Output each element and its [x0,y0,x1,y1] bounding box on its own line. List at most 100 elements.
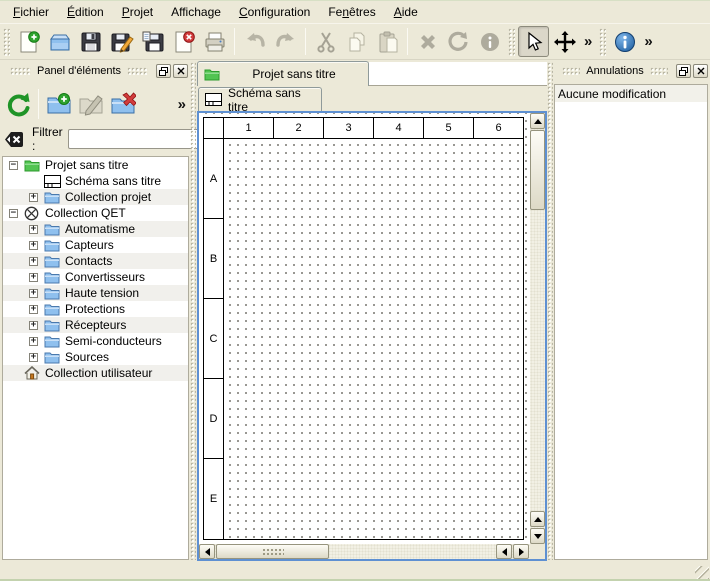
menu-configuration[interactable]: Configuration [230,2,319,23]
new-category-button[interactable] [43,88,75,120]
expand-icon[interactable] [29,305,38,314]
element-info-button[interactable] [474,26,505,57]
tree-item-collection-projet[interactable]: Collection projet [3,189,188,205]
tab-schema-sans-titre[interactable]: Schéma sans titre [198,87,322,111]
scroll-left-button[interactable] [199,544,215,559]
vertical-scroll-thumb[interactable] [530,130,545,210]
tree-item-automatisme[interactable]: Automatisme [3,221,188,237]
expand-icon[interactable] [29,193,38,202]
close-document-button[interactable] [168,26,199,57]
scroll-down-button[interactable] [530,528,545,544]
close-panel-button[interactable] [173,64,188,78]
schema-scene[interactable]: 1 2 3 4 5 6 A B C D E [199,113,530,544]
window-size-grip[interactable] [695,566,709,580]
horizontal-scroll-thumb[interactable] [216,544,329,559]
vertical-scrollbar[interactable] [530,113,545,544]
scroll-left-button-2[interactable] [496,544,512,559]
tab-label: Projet sans titre [220,67,368,81]
about-button[interactable] [609,26,640,57]
horizontal-scrollbar[interactable] [199,544,530,559]
right-splitter-handle[interactable] [547,62,553,560]
undo-panel-title: Annulations [586,65,644,77]
edit-category-button[interactable] [75,88,107,120]
copy-button[interactable] [341,26,372,57]
paste-button[interactable] [372,26,403,57]
tree-item-convertisseurs[interactable]: Convertisseurs [3,269,188,285]
open-document-button[interactable] [44,26,75,57]
expand-icon[interactable] [29,257,38,266]
clear-filter-button[interactable] [4,131,24,148]
tab-projet-sans-titre[interactable]: Projet sans titre [197,61,369,86]
expand-icon[interactable] [29,353,38,362]
scroll-right-button[interactable] [513,544,529,559]
toolbar-drag-handle[interactable] [508,28,515,56]
tree-item-recepteurs[interactable]: Récepteurs [3,317,188,333]
menu-aide[interactable]: Aide [385,2,427,23]
expand-icon[interactable] [29,273,38,282]
tree-item-capteurs[interactable]: Capteurs [3,237,188,253]
reload-icon [4,90,32,118]
move-tool-icon [553,30,577,54]
schema-icon [205,93,222,106]
move-tool-button[interactable] [549,26,580,57]
left-splitter-handle[interactable] [190,62,196,560]
toolbar-drag-handle[interactable] [599,28,606,56]
row-header: C [203,298,224,379]
cut-button[interactable] [310,26,341,57]
column-header: 4 [373,117,424,139]
select-tool-button[interactable] [518,26,549,57]
expand-icon[interactable] [29,337,38,346]
expand-icon[interactable] [29,289,38,298]
float-panel-button[interactable] [676,64,691,78]
redo-button[interactable] [270,26,301,57]
print-button[interactable] [199,26,230,57]
elements-panel-titlebar[interactable]: Panel d'éléments [4,62,188,80]
menu-fenetres[interactable]: Fenêtres [319,2,384,23]
tree-item-sources[interactable]: Sources [3,349,188,365]
expand-icon[interactable] [29,225,38,234]
delete-icon [416,30,440,54]
menu-edition[interactable]: Édition [58,2,113,23]
toolbar-separator [407,28,408,55]
undo-history-list[interactable]: Aucune modification [554,84,708,560]
tree-item-collection-utilisateur[interactable]: Collection utilisateur [3,365,188,381]
tree-item-protections[interactable]: Protections [3,301,188,317]
info-icon [478,30,502,54]
arrow-right-icon [519,548,524,556]
expand-icon[interactable] [29,321,38,330]
collapse-icon[interactable] [9,161,18,170]
save-button[interactable] [75,26,106,57]
save-as-button[interactable] [106,26,137,57]
menu-projet[interactable]: Projet [113,2,162,23]
tree-item-haute-tension[interactable]: Haute tension [3,285,188,301]
delete-button[interactable] [412,26,443,57]
tree-item-semi-conducteurs[interactable]: Semi-conducteurs [3,333,188,349]
tree-item-schema[interactable]: Schéma sans titre [3,173,188,189]
toolbar-separator [305,28,306,55]
delete-category-button[interactable] [107,88,139,120]
toolbar-extension-chevron[interactable]: » [580,33,596,50]
tree-item-collection-qet[interactable]: Collection QET [3,205,188,221]
undo-panel-titlebar[interactable]: Annulations [556,62,708,80]
collections-toolbar-chevron[interactable]: » [174,96,190,113]
delete-category-icon [110,91,136,117]
tree-item-contacts[interactable]: Contacts [3,253,188,269]
schema-view[interactable]: 1 2 3 4 5 6 A B C D E [197,111,547,561]
reload-collections-button[interactable] [2,88,34,120]
scroll-up-button[interactable] [530,113,545,129]
close-panel-button[interactable] [693,64,708,78]
rotate-button[interactable] [443,26,474,57]
float-panel-button[interactable] [156,64,171,78]
menu-affichage[interactable]: Affichage [162,2,230,23]
toolbar-extension-chevron[interactable]: » [640,33,656,50]
undo-button[interactable] [239,26,270,57]
undo-list-item[interactable]: Aucune modification [555,85,707,102]
expand-icon[interactable] [29,241,38,250]
menu-fichier[interactable]: Fichier [4,2,58,23]
tree-item-project[interactable]: Projet sans titre [3,157,188,173]
toolbar-drag-handle[interactable] [3,28,10,56]
new-document-button[interactable] [13,26,44,57]
collapse-icon[interactable] [9,209,18,218]
scroll-up-button-2[interactable] [530,511,545,527]
save-all-button[interactable] [137,26,168,57]
